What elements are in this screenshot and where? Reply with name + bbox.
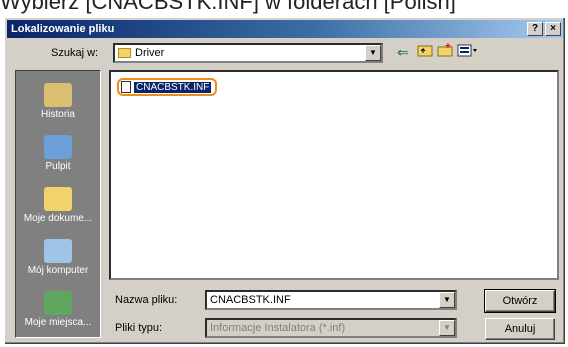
network-places-icon [44,291,72,315]
close-button[interactable]: × [545,22,561,36]
place-history[interactable]: Historia [16,83,100,120]
list-item[interactable]: CNACBSTK.INF [117,78,218,96]
history-icon [44,83,72,107]
cancel-button[interactable]: Anuluj [485,318,555,340]
file-list[interactable]: CNACBSTK.INF [109,70,559,280]
filetype-select: Informacje Instalatora (*.inf) ▼ [205,318,457,338]
place-label: Moje dokume... [23,213,93,224]
filetype-label: Pliki typu: [115,322,163,334]
inf-file-icon [121,81,131,93]
my-documents-icon [44,187,72,211]
folder-icon [118,48,131,58]
place-my-documents[interactable]: Moje dokume... [16,187,100,224]
view-menu-icon[interactable] [457,43,479,61]
chevron-down-icon: ▼ [439,320,455,336]
place-label: Moje miejsca... [24,317,92,328]
place-network[interactable]: Moje miejsca... [16,291,100,328]
place-label: Mój komputer [27,265,89,276]
filename-input[interactable]: CNACBSTK.INF ▼ [205,290,457,310]
file-dialog: Lokalizowanie pliku ? × Szukaj w: Driver… [4,17,566,345]
place-my-computer[interactable]: Mój komputer [16,239,100,276]
help-button[interactable]: ? [527,22,543,36]
place-label: Historia [41,109,75,120]
look-in-label: Szukaj w: [51,47,99,59]
places-bar: Historia Pulpit Moje dokume... Mój kompu… [15,70,101,338]
look-in-combo[interactable]: Driver ▼ [113,43,383,63]
file-name: CNACBSTK.INF [134,81,212,93]
filetype-value: Informacje Instalatora (*.inf) [210,322,346,334]
filename-label: Nazwa pliku: [115,294,178,306]
chevron-down-icon[interactable]: ▼ [439,292,455,308]
back-arrow-icon[interactable]: ⇐ [397,43,409,61]
place-desktop[interactable]: Pulpit [16,135,100,172]
look-in-value: Driver [135,47,165,59]
new-folder-icon[interactable] [437,43,453,61]
window-title: Lokalizowanie pliku [11,23,115,35]
filename-value: CNACBSTK.INF [210,294,291,306]
open-button[interactable]: Otwórz [484,289,556,313]
chevron-down-icon[interactable]: ▼ [365,45,381,61]
place-label: Pulpit [45,161,71,172]
up-folder-icon[interactable] [417,43,433,61]
title-bar: Lokalizowanie pliku ? × [7,20,563,38]
desktop-icon [44,135,72,159]
my-computer-icon [44,239,72,263]
caption-text: Wybierz [CNACBSTK.INF] w folderach [Poli… [0,0,456,14]
